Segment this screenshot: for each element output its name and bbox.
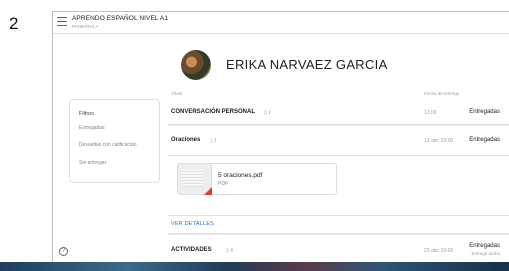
count-value: 4 [230, 248, 233, 254]
filter-returned-graded[interactable]: Devueltas con calificación [79, 142, 137, 148]
filter-missing[interactable]: Sin entregar [79, 160, 106, 166]
top-bar: APRENDO ESPAÑOL NIVEL A1 PRIMARIO A [53, 12, 509, 34]
divider [168, 124, 509, 126]
menu-icon[interactable] [57, 17, 67, 26]
count-value: 1 [214, 138, 217, 144]
attachment-count: ▯ 1 [264, 110, 271, 116]
assignment-title: Oraciones [171, 137, 201, 143]
file-type: PDF [218, 181, 228, 187]
taskbar [0, 262, 509, 271]
assignment-row[interactable]: ACTIVIDADES ▯ 4 23 abr. 10:00 Entregadas… [168, 241, 509, 263]
assignment-title: CONVERSACIÓN PERSONAL [171, 109, 256, 115]
status-label: Entregadas [469, 109, 500, 115]
attachment-count: ▯ 4 [226, 248, 233, 254]
file-name: 5 oraciones.pdf [218, 172, 263, 179]
column-header-title: Título [171, 91, 183, 96]
pdf-icon [204, 187, 212, 195]
classroom-window: APRENDO ESPAÑOL NIVEL A1 PRIMARIO A ERIK… [52, 11, 509, 271]
class-subtitle: PRIMARIO A [72, 24, 99, 29]
assignment-title: ACTIVIDADES [171, 247, 212, 253]
filter-submitted[interactable]: Entregadas [79, 125, 105, 131]
help-icon[interactable]: ? [59, 247, 68, 256]
pdf-attachment[interactable]: 5 oraciones.pdf PDF [177, 163, 337, 195]
attachment-count: ▯ 1 [210, 138, 217, 144]
status-label: Entregadas [469, 243, 500, 249]
divider [168, 215, 509, 216]
avatar [181, 50, 211, 80]
due-date: 23 abr. 10:00 [424, 248, 454, 254]
filters-panel: Filtros Entregadas Devueltas con calific… [69, 99, 160, 183]
assignment-row[interactable]: CONVERSACIÓN PERSONAL ▯ 1 13:00 Entregad… [168, 105, 509, 121]
status-label: Entregadas [469, 137, 500, 143]
people-icon: ▯ [264, 110, 267, 116]
divider [168, 155, 509, 156]
assignment-row[interactable]: Oraciones ▯ 1 13 abr. 10:00 Entregadas [168, 133, 509, 149]
divider [168, 233, 509, 235]
people-icon: ▯ [226, 248, 229, 254]
class-title[interactable]: APRENDO ESPAÑOL NIVEL A1 [72, 15, 168, 22]
due-date: 13 abr. 10:00 [424, 138, 454, 144]
due-date: 13:00 [424, 110, 437, 116]
student-name: ERIKA NARVAEZ GARCIA [226, 57, 388, 72]
page-number: 2 [9, 14, 19, 33]
count-value: 1 [268, 110, 271, 116]
column-header-due-date: Fecha de entrega [424, 91, 460, 96]
late-label: Entrega tardía [471, 251, 500, 256]
view-details-link[interactable]: VER DETALLES [171, 221, 214, 227]
filters-title: Filtros [79, 111, 94, 117]
people-icon: ▯ [210, 138, 213, 144]
